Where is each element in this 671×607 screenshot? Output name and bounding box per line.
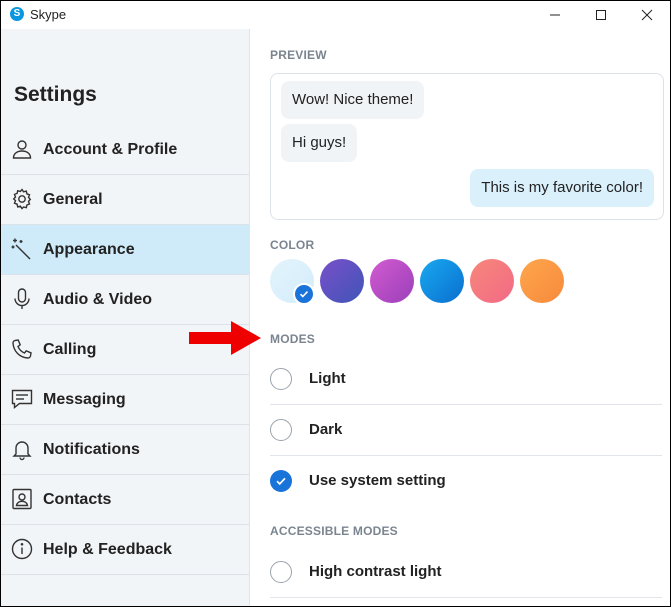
sidebar-item-appearance[interactable]: Appearance	[1, 225, 249, 275]
skype-logo-icon: S	[10, 7, 24, 21]
close-button[interactable]	[624, 1, 670, 29]
title-bar: S Skype	[1, 1, 670, 29]
sidebar-item-audio-video[interactable]: Audio & Video	[1, 275, 249, 325]
close-icon	[641, 9, 653, 21]
color-swatch-magenta[interactable]	[370, 259, 414, 303]
chat-icon	[11, 389, 33, 409]
color-swatch-light-blue[interactable]	[270, 259, 315, 305]
window-title: Skype	[30, 7, 67, 22]
sidebar-item-help-feedback[interactable]: Help & Feedback	[1, 525, 249, 575]
color-swatch-blue[interactable]	[420, 259, 464, 303]
sidebar-item-label: Calling	[43, 341, 97, 358]
sidebar-item-label: Notifications	[43, 441, 140, 458]
mode-option-label: Dark	[309, 421, 343, 438]
mode-option-label: Light	[309, 370, 346, 387]
maximize-icon	[596, 10, 606, 20]
sidebar-item-notifications[interactable]: Notifications	[1, 425, 249, 475]
chat-bubble-outgoing: This is my favorite color!	[470, 169, 654, 207]
preview-section-label: PREVIEW	[270, 48, 327, 62]
radio-button-checked[interactable]	[270, 470, 292, 492]
accessible-modes-section-label: ACCESSIBLE MODES	[270, 524, 398, 538]
sidebar-item-label: Account & Profile	[43, 141, 178, 158]
person-icon	[12, 140, 32, 159]
radio-button[interactable]	[270, 561, 292, 583]
mode-option-label: High contrast light	[309, 563, 442, 580]
mode-option-system[interactable]: Use system setting	[270, 456, 662, 506]
red-arrow-annotation	[189, 321, 261, 355]
radio-button[interactable]	[270, 368, 292, 390]
sidebar-item-account-profile[interactable]: Account & Profile	[1, 125, 249, 175]
gear-icon	[12, 188, 32, 210]
color-swatch-orange[interactable]	[520, 259, 564, 303]
settings-heading: Settings	[14, 83, 97, 106]
radio-button[interactable]	[270, 419, 292, 441]
appearance-panel: PREVIEW Wow! Nice theme! Hi guys! This i…	[250, 29, 670, 606]
sidebar-item-label: Help & Feedback	[43, 541, 172, 558]
maximize-button[interactable]	[578, 1, 624, 29]
mode-option-light[interactable]: Light	[270, 354, 662, 405]
contacts-icon	[12, 488, 32, 510]
sidebar-item-contacts[interactable]: Contacts	[1, 475, 249, 525]
check-icon	[276, 477, 286, 486]
sidebar-item-label: Appearance	[43, 241, 135, 258]
minimize-icon	[550, 14, 560, 16]
mode-option-dark[interactable]: Dark	[270, 405, 662, 456]
sidebar-item-label: General	[43, 191, 103, 208]
skype-settings-window: S Skype Settings Account & Profile Gener…	[0, 0, 671, 607]
info-icon	[11, 538, 33, 560]
microphone-icon	[14, 288, 30, 309]
chat-bubble-incoming: Wow! Nice theme!	[281, 81, 425, 119]
settings-sidebar: Settings Account & Profile General Appea…	[1, 29, 250, 606]
sidebar-item-label: Messaging	[43, 391, 126, 408]
theme-preview: Wow! Nice theme! Hi guys! This is my fav…	[270, 73, 664, 220]
color-section-label: COLOR	[270, 238, 315, 252]
sidebar-item-label: Contacts	[43, 491, 112, 508]
mode-option-label: Use system setting	[309, 472, 446, 489]
sidebar-item-general[interactable]: General	[1, 175, 249, 225]
modes-section-label: MODES	[270, 332, 316, 346]
mode-option-high-contrast-light[interactable]: High contrast light	[270, 547, 662, 598]
color-swatch-indigo[interactable]	[320, 259, 364, 303]
sidebar-item-messaging[interactable]: Messaging	[1, 375, 249, 425]
color-swatch-coral[interactable]	[470, 259, 514, 303]
phone-icon	[12, 339, 32, 359]
selected-check-icon	[293, 283, 315, 305]
sidebar-item-label: Audio & Video	[43, 291, 153, 308]
bell-icon	[12, 441, 32, 461]
minimize-button[interactable]	[532, 1, 578, 29]
magic-wand-icon	[11, 238, 31, 260]
chat-bubble-incoming: Hi guys!	[281, 124, 358, 162]
